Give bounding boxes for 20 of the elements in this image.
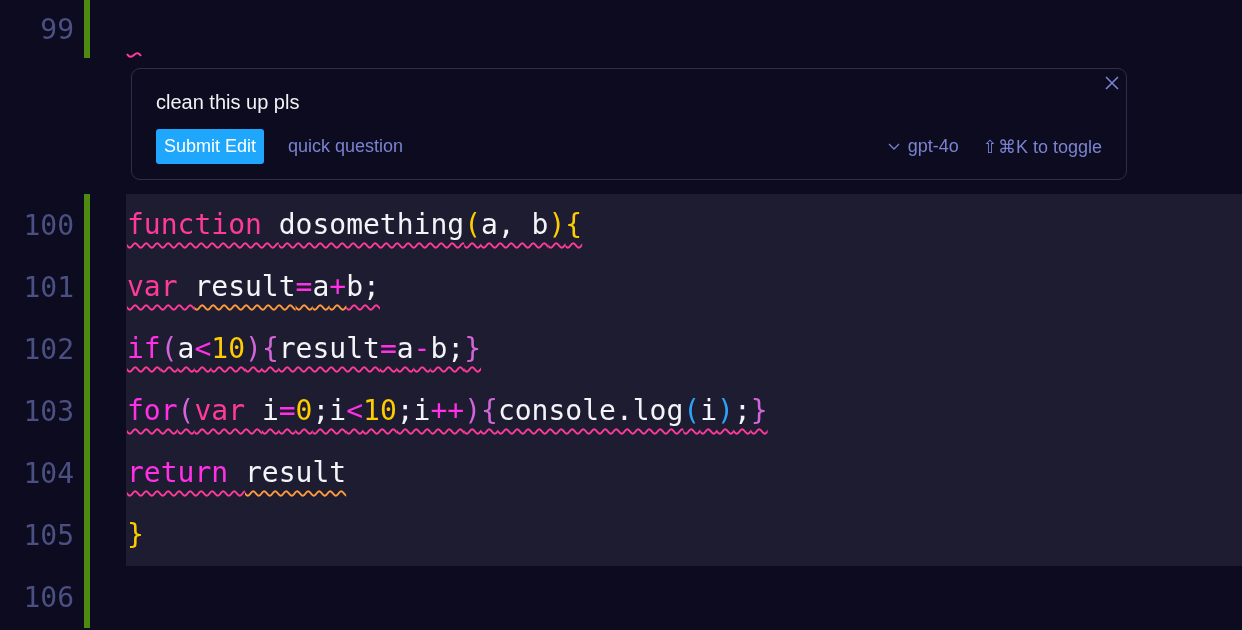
code-line: function dosomething(a, b){ (127, 208, 583, 243)
line-number: 106 (23, 580, 74, 614)
shortcut-hint: ⇧⌘K to toggle (982, 135, 1102, 158)
line-number: 102 (23, 332, 74, 366)
line-number: 99 (40, 12, 74, 46)
close-icon[interactable] (1104, 75, 1120, 91)
line-number: 101 (23, 270, 74, 304)
line-number: 105 (23, 518, 74, 552)
code-line: if(a<10){result=a-b;} (127, 332, 482, 367)
prompt-input[interactable]: clean this up pls (156, 91, 1102, 121)
chevron-down-icon (887, 142, 900, 151)
line-number: 100 (23, 208, 74, 242)
code-line: return result (127, 456, 347, 491)
code-line: } (127, 518, 144, 553)
code-line: var result=a+b; (127, 270, 380, 305)
line-number: 104 (23, 456, 74, 490)
line-number: 103 (23, 394, 74, 428)
model-selector[interactable]: gpt-4o (887, 136, 959, 157)
code-line: for(var i=0;i<10;i++){console.log(i);} (127, 394, 768, 429)
quick-question-link[interactable]: quick question (288, 136, 404, 157)
